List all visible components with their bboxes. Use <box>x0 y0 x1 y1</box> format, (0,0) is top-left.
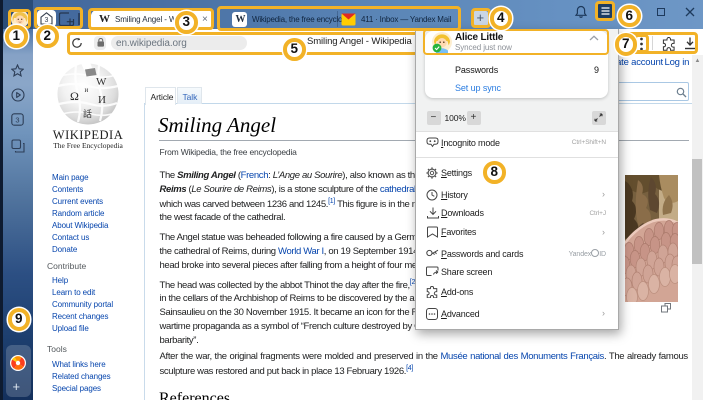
svg-text:и: и <box>85 86 89 94</box>
svg-text:И: И <box>98 94 106 106</box>
svg-text:Ω: Ω <box>70 89 79 103</box>
svg-text:話: 話 <box>83 108 92 119</box>
svg-text:3: 3 <box>15 115 19 124</box>
svg-text:W: W <box>96 76 107 88</box>
